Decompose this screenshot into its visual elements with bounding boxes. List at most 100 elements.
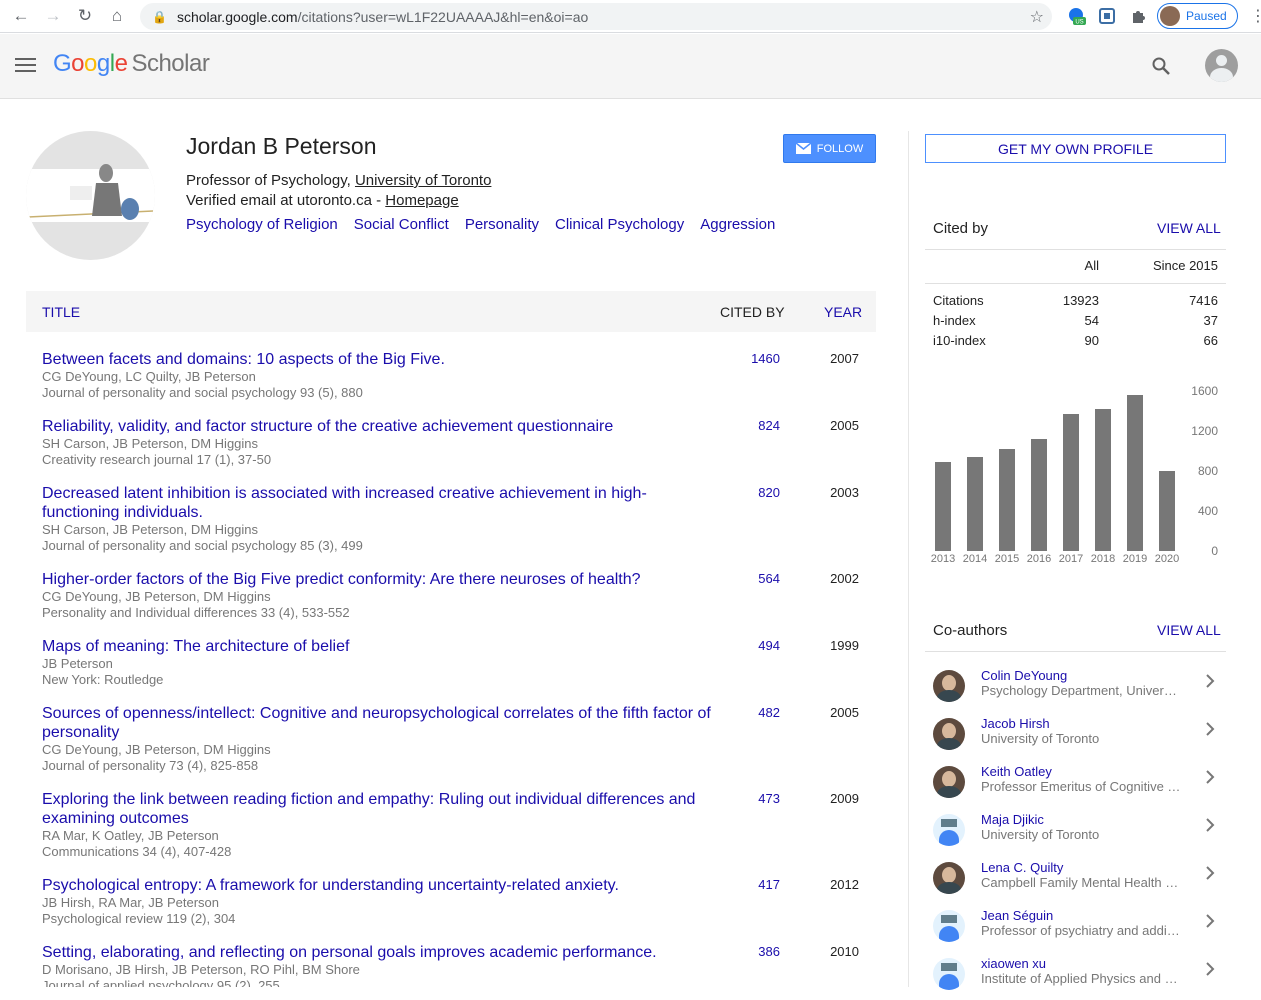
cited-by-link[interactable]: 1460 [722, 351, 780, 366]
coauthor-name[interactable]: Jacob Hirsh [981, 716, 1050, 731]
chevron-right-icon[interactable] [1205, 914, 1215, 928]
article-authors: JB Peterson [42, 656, 113, 671]
cited-by-link[interactable]: 482 [722, 705, 780, 720]
coauthor-item[interactable]: Jacob Hirsh University of Toronto [933, 716, 1226, 760]
cited-by-link[interactable]: 386 [722, 944, 780, 959]
profile-paused-button[interactable]: Paused [1157, 3, 1238, 29]
coauthor-item[interactable]: xiaowen xu Institute of Applied Physics a… [933, 956, 1226, 1000]
chart-bar[interactable] [1159, 471, 1175, 551]
interest-link[interactable]: Clinical Psychology [555, 216, 684, 233]
extension-vpn-icon[interactable]: US [1066, 5, 1088, 27]
follow-button[interactable]: FOLLOW [783, 134, 876, 163]
article-title-link[interactable]: Exploring the link between reading ficti… [42, 790, 712, 828]
table-row: Setting, elaborating, and reflecting on … [42, 943, 876, 987]
menu-icon[interactable] [15, 58, 36, 73]
interest-link[interactable]: Personality [465, 216, 539, 233]
homepage-link[interactable]: Homepage [385, 192, 458, 209]
article-venue: Personality and Individual differences 3… [42, 605, 350, 620]
back-arrow-icon[interactable]: ← [10, 5, 32, 27]
article-title-link[interactable]: Higher-order factors of the Big Five pre… [42, 570, 712, 589]
article-title-link[interactable]: Maps of meaning: The architecture of bel… [42, 637, 712, 656]
divider [925, 651, 1226, 652]
stat-label-h-index[interactable]: h-index [933, 313, 976, 328]
coauthors-view-all-link[interactable]: VIEW ALL [1157, 622, 1221, 638]
chart-x-tick-label: 2018 [1091, 553, 1115, 565]
cited-by-link[interactable]: 824 [722, 418, 780, 433]
chevron-right-icon[interactable] [1205, 818, 1215, 832]
coauthor-affiliation: Professor of psychiatry and addictology [981, 923, 1183, 938]
interest-link[interactable]: Psychology of Religion [186, 216, 338, 233]
google-scholar-logo[interactable]: Google Scholar [53, 50, 210, 78]
article-title-link[interactable]: Reliability, validity, and factor struct… [42, 417, 712, 436]
article-title-link[interactable]: Sources of openness/intellect: Cognitive… [42, 704, 712, 742]
forward-arrow-icon[interactable]: → [42, 5, 64, 27]
coauthor-item[interactable]: Jean Séguin Professor of psychiatry and a… [933, 908, 1226, 952]
chart-bar[interactable] [999, 449, 1015, 551]
coauthor-item[interactable]: Colin DeYoung Psychology Department, Univ… [933, 668, 1226, 712]
get-my-own-profile-button[interactable]: GET MY OWN PROFILE [925, 134, 1226, 163]
cited-by-link[interactable]: 820 [722, 485, 780, 500]
coauthor-name[interactable]: Keith Oatley [981, 764, 1052, 779]
coauthor-avatar [933, 670, 965, 702]
sort-year-header[interactable]: YEAR [824, 304, 862, 320]
browser-menu-icon[interactable]: ⋮ [1250, 6, 1261, 26]
cited-by-link[interactable]: 494 [722, 638, 780, 653]
chart-bar[interactable] [1031, 439, 1047, 551]
coauthor-item[interactable]: Maja Djikic University of Toronto [933, 812, 1226, 856]
chart-bar[interactable] [1063, 414, 1079, 551]
coauthor-name[interactable]: Colin DeYoung [981, 668, 1067, 683]
article-title-link[interactable]: Between facets and domains: 10 aspects o… [42, 350, 712, 369]
coauthor-name[interactable]: Lena C. Quilty [981, 860, 1063, 875]
table-row: Sources of openness/intellect: Cognitive… [42, 704, 876, 774]
bookmark-star-icon[interactable]: ☆ [1030, 7, 1044, 27]
chevron-right-icon[interactable] [1205, 962, 1215, 976]
coauthor-item[interactable]: Keith Oatley Professor Emeritus of Cognit… [933, 764, 1226, 808]
cited-by-link[interactable]: 417 [722, 877, 780, 892]
search-icon[interactable] [1151, 56, 1171, 76]
cited-by-link[interactable]: 473 [722, 791, 780, 806]
logo-product: Scholar [131, 50, 210, 77]
chart-bar[interactable] [935, 462, 951, 551]
home-icon[interactable]: ⌂ [106, 5, 128, 27]
profile-photo [26, 131, 155, 260]
coauthor-avatar [933, 718, 965, 750]
cited-by-view-all-link[interactable]: VIEW ALL [1157, 220, 1221, 236]
coauthor-name[interactable]: Maja Djikic [981, 812, 1044, 827]
table-row: Between facets and domains: 10 aspects o… [42, 350, 876, 401]
article-title-link[interactable]: Decreased latent inhibition is associate… [42, 484, 712, 522]
account-avatar[interactable] [1205, 49, 1238, 82]
sort-cited-header[interactable]: CITED BY [720, 304, 785, 320]
coauthor-item[interactable]: Lena C. Quilty Campbell Family Mental Hea… [933, 860, 1226, 904]
chart-x-tick-label: 2020 [1155, 553, 1179, 565]
interest-link[interactable]: Social Conflict [354, 216, 449, 233]
stat-h-index-since: 37 [1203, 313, 1218, 328]
article-title-link[interactable]: Setting, elaborating, and reflecting on … [42, 943, 712, 962]
chevron-right-icon[interactable] [1205, 674, 1215, 688]
chevron-right-icon[interactable] [1205, 722, 1215, 736]
lock-icon: 🔒 [152, 9, 167, 24]
chevron-right-icon[interactable] [1205, 770, 1215, 784]
stat-label-i10-index[interactable]: i10-index [933, 333, 986, 348]
institution-link[interactable]: University of Toronto [355, 172, 491, 189]
address-bar[interactable]: 🔒 scholar.google.com/citations?user=wL1F… [140, 3, 1052, 30]
mail-icon [795, 143, 811, 154]
reload-icon[interactable]: ↻ [74, 5, 96, 27]
divider [925, 249, 1226, 250]
chart-bar[interactable] [967, 457, 983, 551]
extension-box-icon[interactable] [1096, 5, 1118, 27]
coauthor-name[interactable]: xiaowen xu [981, 956, 1046, 971]
logo-letter: G [53, 50, 72, 77]
chart-bar[interactable] [1095, 409, 1111, 551]
interest-link[interactable]: Aggression [700, 216, 775, 233]
sort-title-header[interactable]: TITLE [42, 304, 80, 320]
cited-by-link[interactable]: 564 [722, 571, 780, 586]
table-row: Reliability, validity, and factor struct… [42, 417, 876, 468]
chevron-right-icon[interactable] [1205, 866, 1215, 880]
coauthor-name[interactable]: Jean Séguin [981, 908, 1053, 923]
stat-label-citations[interactable]: Citations [933, 293, 984, 308]
article-title-link[interactable]: Psychological entropy: A framework for u… [42, 876, 712, 895]
chart-bar[interactable] [1127, 395, 1143, 551]
extensions-puzzle-icon[interactable] [1128, 5, 1150, 27]
citations-per-year-chart: 2013 2014 2015 2016 2017 2018 2019 2020 1600 1200… [931, 384, 1219, 565]
profile-position: Professor of Psychology, [186, 172, 355, 189]
